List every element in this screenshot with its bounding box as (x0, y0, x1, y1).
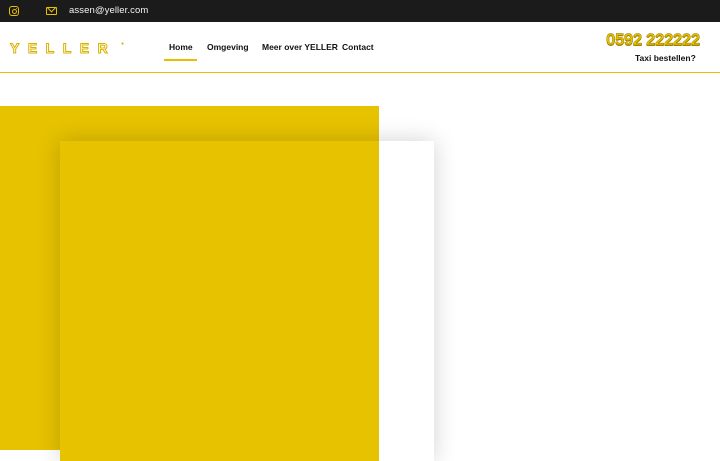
nav-omgeving[interactable]: Omgeving (207, 42, 249, 52)
nav-home[interactable]: Home (169, 42, 193, 52)
mail-icon[interactable] (46, 7, 57, 15)
nav-contact[interactable]: Contact (342, 42, 374, 52)
top-bar: assen@yeller.com (0, 0, 720, 22)
site-header: YELLER ● Home Omgeving Meer over YELLER … (0, 22, 720, 73)
phone-number[interactable]: 0592 222222 (606, 30, 701, 50)
order-taxi-link[interactable]: Taxi bestellen? (635, 53, 696, 63)
yeller-logo[interactable]: YELLER (9, 40, 116, 57)
hero-card-overlap (60, 141, 379, 461)
logo-trademark: ● (121, 41, 125, 47)
instagram-icon[interactable] (9, 6, 19, 16)
nav-active-indicator (164, 59, 197, 61)
email-link[interactable]: assen@yeller.com (69, 5, 148, 16)
nav-meer-over-yeller[interactable]: Meer over YELLER (262, 42, 338, 52)
